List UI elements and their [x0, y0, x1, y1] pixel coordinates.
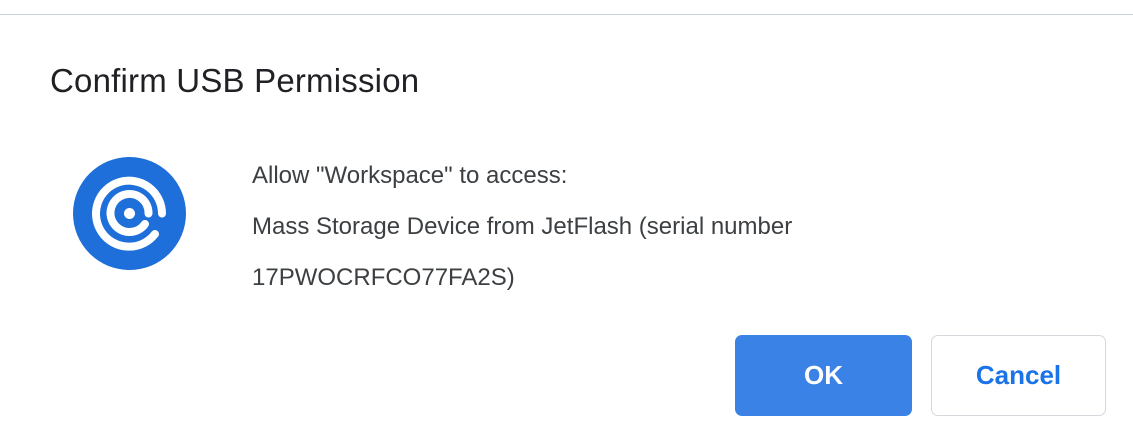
- dialog-title: Confirm USB Permission: [50, 62, 420, 99]
- dialog-message: Allow "Workspace" to access: Mass Storag…: [252, 150, 1072, 303]
- dialog-top-border: [0, 14, 1133, 15]
- message-line-serial: 17PWOCRFCO77FA2S): [252, 264, 515, 291]
- message-line-access: Allow "Workspace" to access:: [252, 162, 568, 189]
- message-line-device: Mass Storage Device from JetFlash (seria…: [252, 213, 793, 240]
- usb-permission-dialog: Confirm USB Permission Allow "Workspace"…: [0, 0, 1133, 448]
- cancel-button[interactable]: Cancel: [931, 335, 1106, 416]
- workspace-app-icon: [73, 157, 186, 270]
- ok-button[interactable]: OK: [735, 335, 912, 416]
